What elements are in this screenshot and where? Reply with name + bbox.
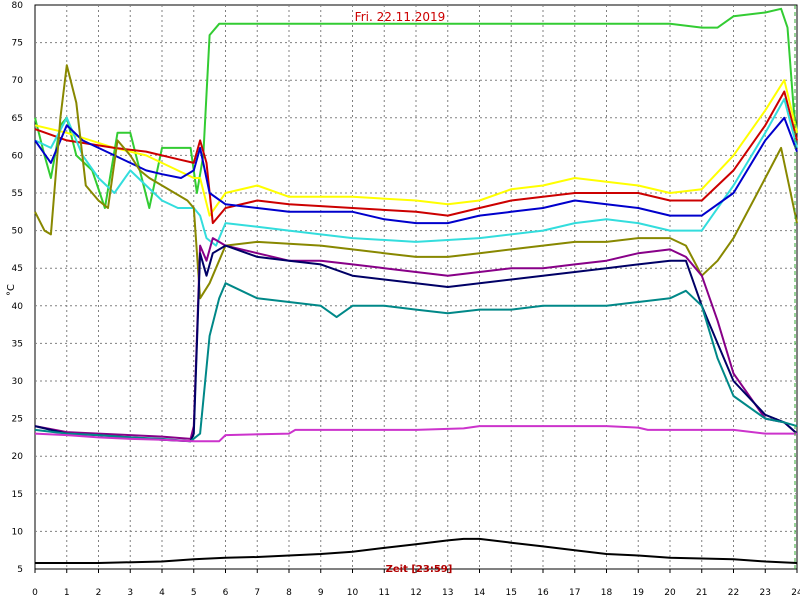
x-tick-label: 15 xyxy=(506,588,517,598)
x-tick-label: 20 xyxy=(664,588,676,598)
x-tick-label: 6 xyxy=(223,588,229,598)
y-axis-label: °C xyxy=(6,284,17,296)
y-tick-label: 5 xyxy=(17,565,23,575)
y-tick-label: 20 xyxy=(12,452,24,462)
x-tick-label: 22 xyxy=(728,588,739,598)
x-tick-label: 5 xyxy=(191,588,197,598)
y-tick-label: 70 xyxy=(12,76,24,86)
chart: 0 1 2 3 4 5 6 7 8 9 10 11 12 13 14 15 16 17 18 19 20 21 22 23 24… xyxy=(0,0,800,600)
y-tick-label: 65 xyxy=(12,114,23,124)
y-tick-label: 10 xyxy=(12,527,24,537)
y-tick-label: 25 xyxy=(12,415,23,425)
y-tick-label: 50 xyxy=(12,227,24,237)
y-tick-label: 40 xyxy=(12,302,24,312)
x-tick-label: 8 xyxy=(286,588,292,598)
x-tick-label: 3 xyxy=(127,588,133,598)
x-tick-label: 11 xyxy=(379,588,390,598)
x-tick-label: 4 xyxy=(159,588,165,598)
x-tick-label: 24 xyxy=(791,588,800,598)
temperature-chart: 0 1 2 3 4 5 6 7 8 9 10 11 12 13 14 15 16 17 18 19 20 21 22 23 24… xyxy=(6,1,800,598)
x-tick-label: 9 xyxy=(318,588,324,598)
x-tick-label: 10 xyxy=(347,588,359,598)
y-tick-label: 45 xyxy=(12,264,23,274)
y-tick-label: 35 xyxy=(12,339,23,349)
x-tick-label: 19 xyxy=(633,588,645,598)
x-tick-label: 1 xyxy=(64,588,70,598)
x-tick-label: 7 xyxy=(254,588,260,598)
y-tick-label: 75 xyxy=(12,39,23,49)
x-tick-label: 13 xyxy=(442,588,453,598)
x-tick-label: 14 xyxy=(474,588,486,598)
chart-title: Fri. 22.11.2019 xyxy=(355,10,446,24)
x-tick-label: 16 xyxy=(537,588,549,598)
x-tick-label: 17 xyxy=(569,588,580,598)
x-tick-label: 18 xyxy=(601,588,613,598)
plot-background xyxy=(34,4,798,570)
y-tick-label: 55 xyxy=(12,189,23,199)
y-tick-label: 30 xyxy=(12,377,24,387)
x-tick-label: 0 xyxy=(32,588,38,598)
x-tick-label: 2 xyxy=(96,588,102,598)
x-tick-label: 12 xyxy=(410,588,421,598)
y-tick-label: 15 xyxy=(12,490,23,500)
y-tick-label: 80 xyxy=(12,1,24,11)
x-axis-label: Zeit [23:59] xyxy=(386,564,453,575)
x-tick-label: 21 xyxy=(696,588,707,598)
y-tick-label: 60 xyxy=(12,151,24,161)
x-tick-label: 23 xyxy=(760,588,771,598)
